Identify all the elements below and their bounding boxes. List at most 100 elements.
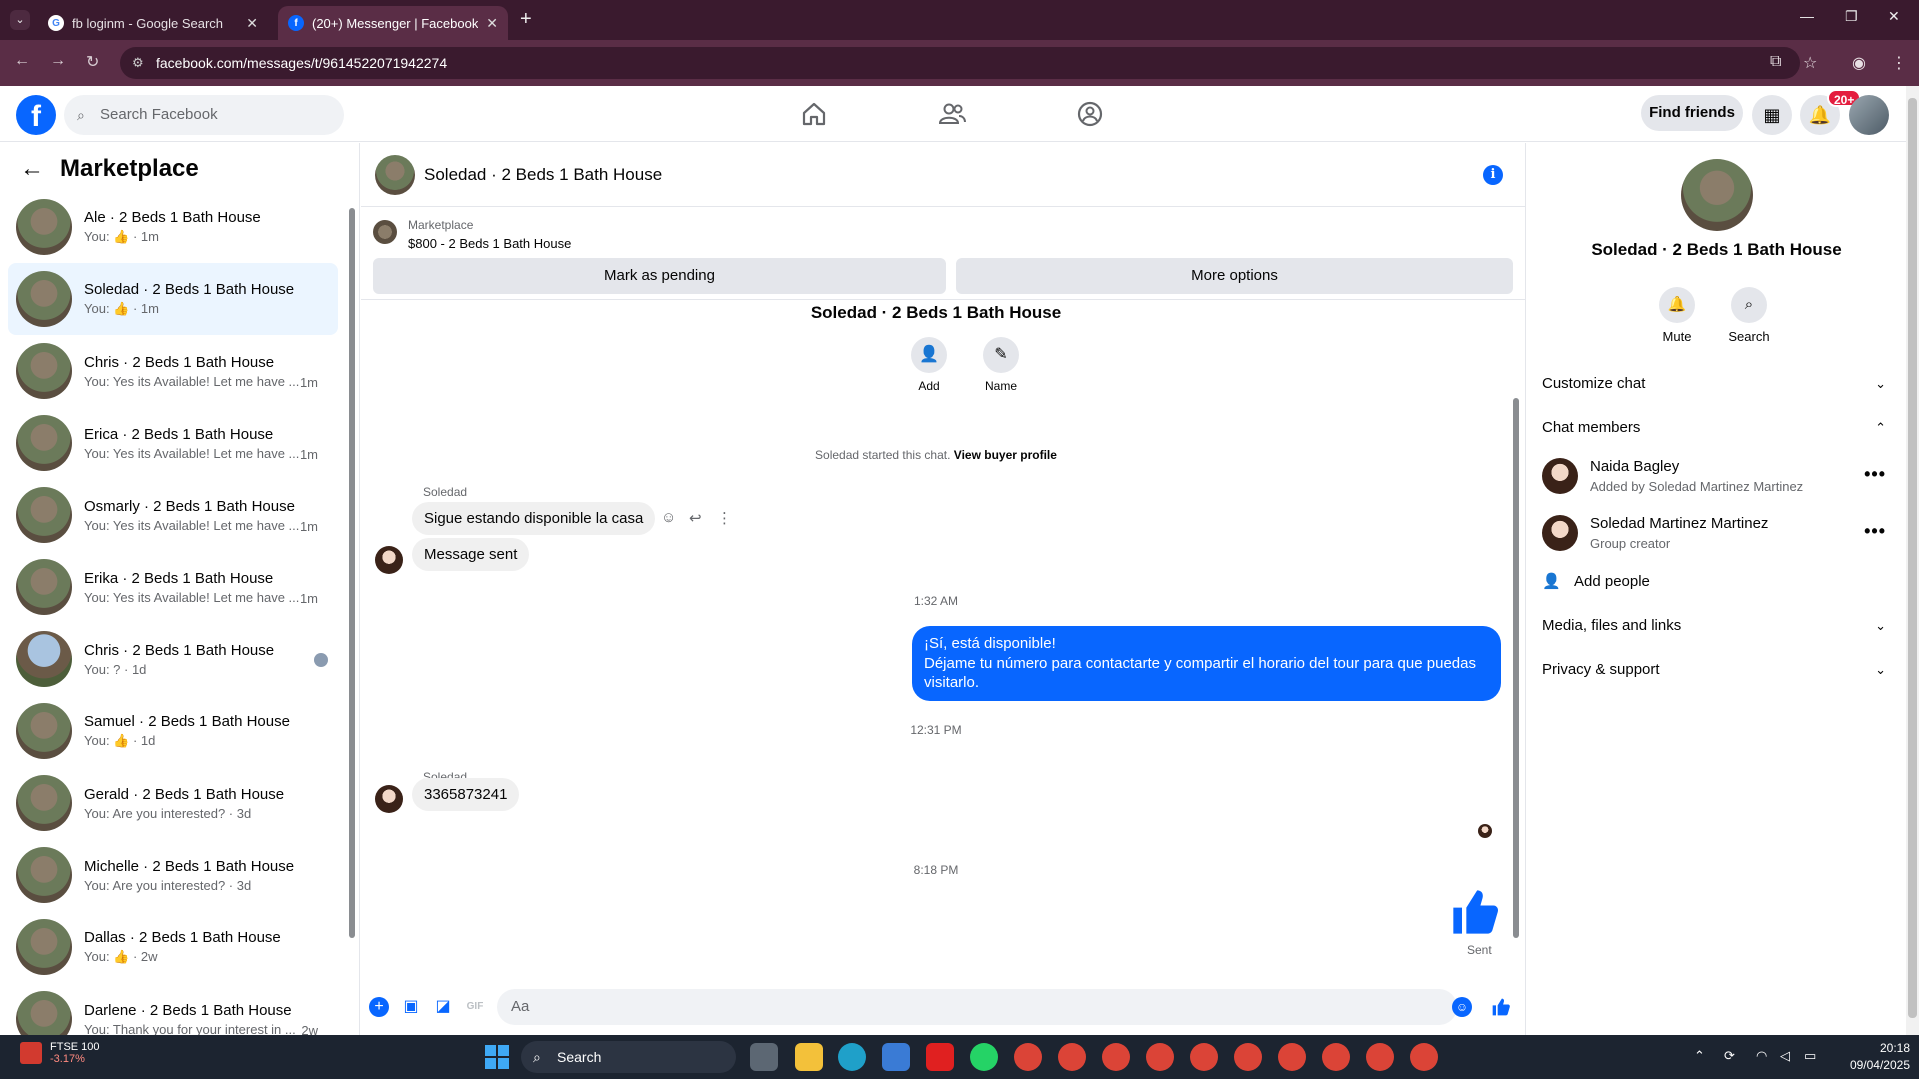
close-window-icon[interactable]: ✕ xyxy=(1888,8,1900,25)
find-friends-button[interactable]: Find friends xyxy=(1641,95,1743,131)
windows-start-icon[interactable] xyxy=(485,1045,509,1069)
chat-member-row[interactable]: Naida Bagley Added by Soledad Martinez M… xyxy=(1542,450,1892,500)
store-icon[interactable] xyxy=(882,1043,910,1071)
mark-as-pending-button[interactable]: Mark as pending xyxy=(373,258,946,294)
pencil-icon[interactable]: ✎ xyxy=(983,337,1019,373)
url-field[interactable]: ⚙ facebook.com/messages/t/96145220719422… xyxy=(120,47,1800,79)
task-view-icon[interactable] xyxy=(750,1043,778,1071)
thread-scrollbar[interactable] xyxy=(1512,303,1520,983)
chrome-icon[interactable] xyxy=(1322,1043,1350,1071)
conversation-item[interactable]: Osmarly · 2 Beds 1 Bath House You: Yes it… xyxy=(8,479,338,551)
conversation-item-active[interactable]: Soledad · 2 Beds 1 Bath House You: 👍 · 1m xyxy=(8,263,338,335)
minimize-icon[interactable]: — xyxy=(1800,8,1814,24)
facebook-logo-icon[interactable]: f xyxy=(16,95,56,135)
plus-icon[interactable]: + xyxy=(369,997,389,1017)
forward-icon[interactable]: → xyxy=(50,52,66,70)
restore-icon[interactable]: ❐ xyxy=(1845,8,1858,25)
bell-icon[interactable]: 🔔 xyxy=(1659,287,1695,323)
add-person-icon[interactable]: 👤 xyxy=(911,337,947,373)
more-options-button[interactable]: More options xyxy=(956,258,1513,294)
facebook-search-input[interactable]: ⌕ Search Facebook xyxy=(64,95,344,135)
scrollbar-thumb[interactable] xyxy=(1513,398,1519,938)
whatsapp-icon[interactable] xyxy=(970,1043,998,1071)
conversation-item[interactable]: Chris · 2 Beds 1 Bath House You: Yes its … xyxy=(8,335,338,407)
chat-member-row[interactable]: Soledad Martinez Martinez Group creator … xyxy=(1542,507,1892,557)
site-info-icon[interactable]: ⚙ xyxy=(132,47,144,79)
sidebar-scrollbar[interactable] xyxy=(349,188,355,963)
install-app-icon[interactable]: ⧉ xyxy=(1770,53,1781,71)
mute-action[interactable]: 🔔 Mute xyxy=(1647,287,1707,344)
reply-icon[interactable]: ↩ xyxy=(689,509,702,527)
browser-menu-icon[interactable]: ⋮ xyxy=(1891,53,1907,73)
menu-grid-icon[interactable]: ▦ xyxy=(1752,95,1792,135)
info-icon[interactable]: i xyxy=(1483,165,1503,185)
conversation-item[interactable]: Erika · 2 Beds 1 Bath House You: Yes its … xyxy=(8,551,338,623)
incoming-message[interactable]: Message sent xyxy=(412,538,530,571)
profile-icon[interactable]: ◉ xyxy=(1852,53,1866,73)
page-scrollbar[interactable] xyxy=(1906,86,1919,1035)
gif-icon[interactable]: GIF xyxy=(465,997,485,1017)
listing-price-title[interactable]: $800 - 2 Beds 1 Bath House xyxy=(408,236,571,251)
conversation-item[interactable]: Michelle · 2 Beds 1 Bath House You: Are y… xyxy=(8,839,338,911)
more-actions-icon[interactable]: ⋮ xyxy=(717,509,732,527)
photo-icon[interactable]: ▣ xyxy=(401,997,421,1017)
chat-listing-thumbnail[interactable] xyxy=(375,155,415,195)
chrome-icon[interactable] xyxy=(1234,1043,1262,1071)
more-options-icon[interactable]: ••• xyxy=(1864,521,1886,542)
sender-avatar[interactable] xyxy=(375,546,403,574)
chrome-icon[interactable] xyxy=(1102,1043,1130,1071)
browser-tab-google[interactable]: G fb loginm - Google Search ✕ xyxy=(38,6,268,40)
name-chat-action[interactable]: ✎ Name xyxy=(971,337,1031,393)
taskbar-clock[interactable]: 20:18 09/04/2025 xyxy=(1830,1040,1910,1074)
sync-icon[interactable]: ⟳ xyxy=(1724,1048,1735,1064)
conversation-item[interactable]: Dallas · 2 Beds 1 Bath House You: 👍 · 2w xyxy=(8,911,338,983)
home-icon[interactable] xyxy=(800,100,828,128)
media-files-section[interactable]: Media, files and links ⌄ xyxy=(1542,608,1892,644)
add-people-button[interactable]: 👤 Add people xyxy=(1542,564,1892,600)
send-like-icon[interactable] xyxy=(1491,997,1511,1017)
outgoing-message[interactable]: ¡Sí, está disponible! Déjame tu número p… xyxy=(912,626,1501,701)
message-input[interactable]: Aa xyxy=(497,989,1457,1025)
conversation-item[interactable]: Samuel · 2 Beds 1 Bath House You: 👍 · 1d xyxy=(8,695,338,767)
back-arrow-icon[interactable]: ← xyxy=(20,155,44,183)
conversation-item[interactable]: Darlene · 2 Beds 1 Bath House You: Thank … xyxy=(8,983,338,1035)
close-tab-icon[interactable]: ✕ xyxy=(486,15,498,32)
chrome-icon[interactable] xyxy=(1278,1043,1306,1071)
chrome-icon[interactable] xyxy=(1058,1043,1086,1071)
incoming-message[interactable]: 3365873241 xyxy=(412,778,520,811)
taskbar-search[interactable]: ⌕ Search xyxy=(521,1041,736,1073)
search-icon[interactable]: ⌕ xyxy=(1731,287,1767,323)
volume-icon[interactable]: ◁ xyxy=(1780,1048,1790,1064)
chrome-icon[interactable] xyxy=(1190,1043,1218,1071)
chrome-icon[interactable] xyxy=(1410,1043,1438,1071)
chrome-icon[interactable] xyxy=(1146,1043,1174,1071)
conversation-item[interactable]: Chris · 2 Beds 1 Bath House You: ? · 1d xyxy=(8,623,338,695)
chrome-icon[interactable] xyxy=(1366,1043,1394,1071)
conversation-item[interactable]: Erica · 2 Beds 1 Bath House You: Yes its … xyxy=(8,407,338,479)
add-member-action[interactable]: 👤 Add xyxy=(899,337,959,393)
chat-members-section[interactable]: Chat members ⌃ xyxy=(1542,410,1892,446)
sticker-icon[interactable]: ◪ xyxy=(433,997,453,1017)
scrollbar-thumb[interactable] xyxy=(1908,98,1917,1018)
incoming-message[interactable]: Sigue estando disponible la casa xyxy=(412,502,656,535)
browser-tab-messenger[interactable]: f (20+) Messenger | Facebook ✕ xyxy=(278,6,508,40)
groups-icon[interactable] xyxy=(1076,100,1104,128)
show-hidden-icons[interactable]: ⌃ xyxy=(1694,1048,1705,1064)
customize-chat-section[interactable]: Customize chat ⌄ xyxy=(1542,366,1892,402)
wifi-icon[interactable]: ◠ xyxy=(1756,1048,1767,1064)
privacy-support-section[interactable]: Privacy & support ⌄ xyxy=(1542,652,1892,688)
back-icon[interactable]: ← xyxy=(14,52,30,70)
thumbs-up-icon[interactable] xyxy=(1449,886,1501,938)
stock-widget[interactable]: FTSE 100 -3.17% xyxy=(20,1041,100,1065)
account-avatar[interactable] xyxy=(1849,95,1889,135)
friends-icon[interactable] xyxy=(938,100,966,128)
scrollbar-thumb[interactable] xyxy=(349,208,355,938)
more-options-icon[interactable]: ••• xyxy=(1864,464,1886,485)
tab-search-menu-icon[interactable]: ⌄ xyxy=(10,10,30,30)
close-tab-icon[interactable]: ✕ xyxy=(246,15,258,32)
view-buyer-profile-link[interactable]: View buyer profile xyxy=(954,448,1057,462)
bookmark-star-icon[interactable]: ☆ xyxy=(1803,53,1817,73)
chrome-icon[interactable] xyxy=(1014,1043,1042,1071)
new-tab-icon[interactable]: + xyxy=(520,8,532,31)
reload-icon[interactable]: ↻ xyxy=(86,52,99,72)
